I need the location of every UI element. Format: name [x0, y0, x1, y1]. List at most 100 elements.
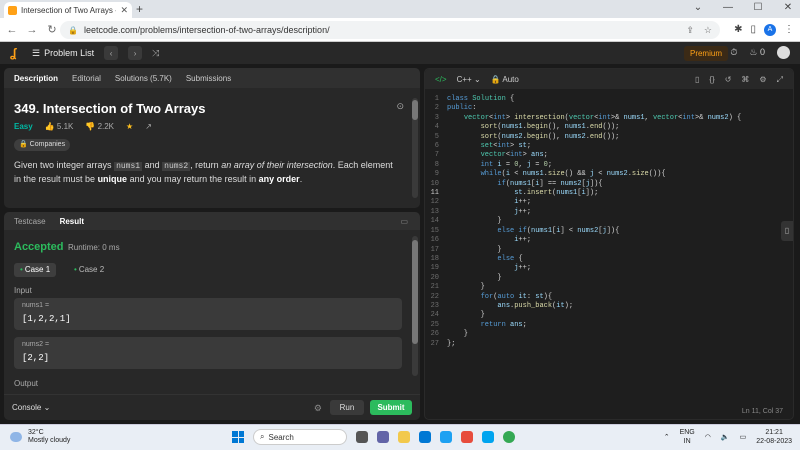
code-line[interactable]: 17 } — [425, 246, 793, 255]
settings-gear-icon[interactable]: ⚙ — [314, 403, 322, 414]
code-line[interactable]: 22 for(auto it: st){ — [425, 293, 793, 302]
leetcode-logo-icon[interactable]: ʆ — [10, 47, 22, 59]
shortcuts-icon[interactable]: ⌘ — [741, 75, 749, 85]
console-toggle[interactable]: Console ⌄ — [12, 403, 50, 412]
code-line[interactable]: 18 else { — [425, 255, 793, 264]
code-line[interactable]: 6 set<int> st; — [425, 142, 793, 151]
back-icon[interactable]: ← — [4, 24, 20, 36]
code-line[interactable]: 1 class Solution { — [425, 95, 793, 104]
lock-icon[interactable]: 🔒 — [68, 26, 78, 35]
edge-icon[interactable] — [419, 431, 431, 443]
like-button[interactable]: 👍 5.1K — [45, 122, 74, 131]
tab-solutions[interactable]: Solutions (5.7K) — [115, 74, 172, 83]
tab-description[interactable]: Description — [14, 74, 58, 83]
new-tab-icon[interactable]: + — [136, 2, 143, 16]
wifi-icon[interactable]: ◠ — [705, 433, 711, 441]
task-view-icon[interactable] — [356, 431, 368, 443]
code-line[interactable]: 4 sort(nums1.begin(), nums1.end()); — [425, 123, 793, 132]
chevron-up-icon[interactable]: ⌃ — [664, 433, 670, 441]
bookmark-icon[interactable]: ▯ — [695, 75, 699, 85]
code-line[interactable]: 9 while(i < nums1.size() && j < nums2.si… — [425, 170, 793, 179]
collapse-panel-icon[interactable]: ▭ — [400, 217, 408, 226]
companies-tag[interactable]: 🔒 Companies — [14, 139, 71, 151]
bookmark-star-icon[interactable]: ☆ — [704, 25, 712, 36]
prev-problem-button[interactable]: ‹ — [104, 46, 119, 60]
code-line[interactable]: 13 j++; — [425, 208, 793, 217]
menu-icon[interactable]: ⋮ — [784, 24, 794, 35]
submit-button[interactable]: Submit — [370, 400, 412, 415]
code-line[interactable]: 11 st.insert(nums1[i]); — [425, 189, 793, 198]
sidebar-icon[interactable]: ▯ — [750, 24, 756, 35]
user-avatar[interactable] — [777, 46, 790, 59]
battery-icon[interactable]: ▭ — [740, 433, 747, 441]
code-line[interactable]: 24 } — [425, 311, 793, 320]
close-window-icon[interactable]: ✕ — [782, 2, 794, 13]
teams-icon[interactable] — [377, 431, 389, 443]
browser-tab[interactable]: Intersection of Two Arrays - Leet ✕ — [4, 2, 132, 18]
favorite-star-icon[interactable]: ★ — [126, 122, 133, 131]
code-area[interactable]: 1 class Solution {2 public: 3 vector<int> i… — [425, 95, 793, 349]
code-line[interactable]: 8 int i = 0, j = 0; — [425, 161, 793, 170]
code-line[interactable]: 25 return ans; — [425, 321, 793, 330]
code-line[interactable]: 21 } — [425, 283, 793, 292]
reload-icon[interactable]: ↻ — [44, 23, 60, 36]
share-link-icon[interactable]: ↗ — [145, 122, 152, 131]
tab-testcase[interactable]: Testcase — [14, 217, 46, 226]
taskbar-search[interactable]: ⌕ Search — [253, 429, 347, 445]
profile-avatar[interactable]: A — [764, 23, 776, 36]
info-icon[interactable]: ⊙ — [396, 101, 404, 112]
case-2-tab[interactable]: • Case 2 — [68, 263, 110, 277]
maximize-icon[interactable]: ☐ — [752, 2, 764, 13]
code-line[interactable]: 23 ans.push_back(it); — [425, 302, 793, 311]
store-icon[interactable] — [440, 431, 452, 443]
premium-button[interactable]: Premium — [683, 46, 728, 61]
result-scroll-thumb[interactable] — [412, 240, 418, 344]
code-line[interactable]: 7 vector<int> ans; — [425, 151, 793, 160]
run-button[interactable]: Run — [330, 400, 364, 415]
code-line[interactable]: 10 if(nums1[i] == nums2[j]){ — [425, 180, 793, 189]
chevron-down-icon[interactable]: ⌄ — [692, 2, 704, 13]
side-panel-toggle-icon[interactable]: ▯ — [781, 221, 793, 241]
code-line[interactable]: 20 } — [425, 274, 793, 283]
tab-submissions[interactable]: Submissions — [186, 74, 231, 83]
code-line[interactable]: 5 sort(nums2.begin(), nums2.end()); — [425, 133, 793, 142]
windows-start-icon[interactable] — [232, 431, 244, 443]
chrome-icon[interactable] — [503, 431, 515, 443]
case-1-tab[interactable]: • Case 1 — [14, 263, 57, 277]
language-select[interactable]: C++ ⌄ — [457, 75, 481, 84]
code-line[interactable]: 19 j++; — [425, 264, 793, 273]
settings-icon[interactable]: ⚙ — [759, 75, 766, 85]
next-problem-button[interactable]: › — [128, 46, 143, 60]
clock[interactable]: 21:21 22-08-2023 — [756, 428, 792, 446]
minimize-icon[interactable]: — — [722, 2, 734, 13]
tab-result[interactable]: Result — [60, 217, 84, 226]
description-scroll-thumb[interactable] — [412, 100, 418, 120]
code-line[interactable]: 15 else if(nums1[i] < nums2[j]){ — [425, 227, 793, 236]
app-icon[interactable] — [482, 431, 494, 443]
code-line[interactable]: 2 public: — [425, 104, 793, 113]
forward-icon[interactable]: → — [24, 24, 40, 36]
braces-icon[interactable]: {} — [709, 75, 714, 85]
extensions-icon[interactable]: ✱ — [734, 24, 742, 35]
code-line[interactable]: 16 i++; — [425, 236, 793, 245]
shuffle-icon[interactable]: ⤨ — [152, 48, 159, 59]
language-indicator[interactable]: ENG IN — [680, 428, 695, 446]
fullscreen-icon[interactable]: ⤢ — [777, 75, 783, 85]
code-line[interactable]: 3 vector<int> intersection(vector<int>& … — [425, 114, 793, 123]
timer-icon[interactable]: ⏱ — [730, 47, 737, 58]
code-line[interactable]: 12 i++; — [425, 198, 793, 207]
dislike-button[interactable]: 👎 2.2K — [85, 122, 114, 131]
code-line[interactable]: 27}; — [425, 340, 793, 349]
share-icon[interactable]: ⇪ — [686, 25, 694, 36]
tab-editorial[interactable]: Editorial — [72, 74, 101, 83]
reset-icon[interactable]: ↺ — [725, 75, 732, 85]
autocomplete-mode[interactable]: 🔒 Auto — [491, 75, 519, 84]
code-line[interactable]: 26 } — [425, 330, 793, 339]
volume-icon[interactable]: 🔈 — [721, 433, 730, 441]
mcafee-icon[interactable] — [461, 431, 473, 443]
problem-list-link[interactable]: ☰ Problem List — [32, 48, 94, 59]
code-line[interactable]: 14 } — [425, 217, 793, 226]
url-field[interactable]: 🔒 leetcode.com/problems/intersection-of-… — [60, 21, 720, 39]
file-explorer-icon[interactable] — [398, 431, 410, 443]
streak[interactable]: ♨ 0 — [749, 47, 765, 58]
